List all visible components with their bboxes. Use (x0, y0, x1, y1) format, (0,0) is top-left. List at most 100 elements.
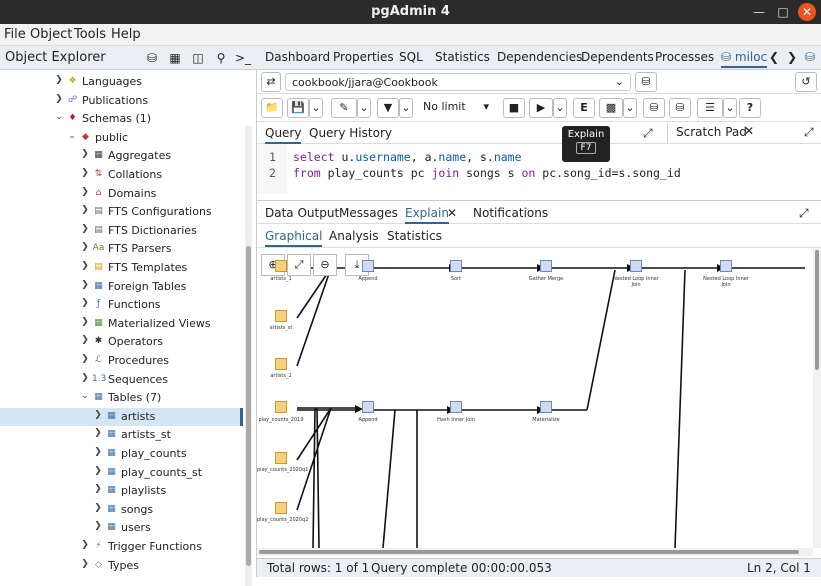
chevron-right-icon[interactable]: ❯ (93, 466, 103, 476)
maximize-button[interactable]: □ (774, 3, 792, 21)
tab-scroll-right[interactable]: ❯ (787, 50, 797, 64)
plan-node-icon[interactable] (450, 260, 462, 272)
plan-node-icon[interactable] (720, 260, 732, 272)
chevron-right-icon[interactable]: ❯ (54, 75, 64, 85)
rollback-icon[interactable]: ⛁ (669, 98, 691, 118)
tree-item[interactable]: ❯ ▤ FTS Configurations (0, 203, 243, 222)
tab-messages[interactable]: Messages (339, 206, 398, 220)
tree-item[interactable]: ❯ ▦ artists_st (0, 426, 243, 445)
tree-item[interactable]: ❯ ⇅ Collations (0, 166, 243, 185)
tab-statistics[interactable]: Statistics (435, 50, 490, 64)
plan-node-icon[interactable] (275, 260, 287, 272)
plan-node-icon[interactable] (630, 260, 642, 272)
plan-node-icon[interactable] (275, 401, 287, 413)
plan-node-icon[interactable] (362, 401, 374, 413)
chevron-right-icon[interactable]: ❯ (80, 335, 90, 345)
close-scratch-pad-icon[interactable]: ✕ (744, 124, 754, 138)
tree-scrollbar[interactable] (245, 126, 252, 586)
menu-help[interactable]: Help (111, 27, 141, 42)
chevron-right-icon[interactable]: ❯ (80, 205, 90, 215)
tree-item[interactable]: ❯ ▦ songs (0, 501, 243, 520)
chevron-right-icon[interactable]: ❯ (93, 503, 103, 513)
tree-item[interactable]: ❯ ☍ Publications (0, 92, 243, 111)
tab-processes[interactable]: Processes (655, 50, 714, 64)
chevron-right-icon[interactable]: ❯ (93, 410, 103, 420)
minimize-button[interactable]: — (750, 3, 768, 21)
plan-node-icon[interactable] (275, 502, 287, 514)
zoom-out-icon[interactable]: ⊖ (313, 254, 337, 276)
tab-dependents[interactable]: Dependents (581, 50, 654, 64)
tab-scratch-pad[interactable]: Scratch Pad (676, 125, 747, 139)
chevron-right-icon[interactable]: ❯ (80, 242, 90, 252)
save-icon[interactable]: 💾 (287, 98, 309, 118)
execute-icon[interactable]: ▶ (529, 98, 553, 118)
search-icon[interactable]: ⚲ (211, 48, 231, 68)
chevron-right-icon[interactable]: ❯ (80, 317, 90, 327)
chevron-right-icon[interactable]: ❯ (80, 559, 90, 569)
tree-item[interactable]: ❯ ▦ play_counts_st (0, 464, 243, 483)
tab-dashboard[interactable]: Dashboard (265, 50, 330, 64)
overflow-tab-icon[interactable]: ⛁ (805, 50, 815, 64)
tab-notifications[interactable]: Notifications (473, 206, 548, 220)
plan-node-icon[interactable] (275, 452, 287, 464)
chevron-right-icon[interactable]: ❯ (80, 540, 90, 550)
tree-item[interactable]: ❯ ƒ Functions (0, 296, 243, 315)
tab-query[interactable]: Query (265, 126, 302, 144)
commit-icon[interactable]: ⛁ (643, 98, 665, 118)
tab-dependencies[interactable]: Dependencies (497, 50, 582, 64)
grid-icon[interactable]: ▦ (165, 48, 185, 68)
row-limit-select[interactable]: No limit ▾ (417, 98, 497, 118)
tab-explain[interactable]: Explain (405, 206, 449, 224)
filter-dropdown-icon[interactable]: ⌄ (399, 98, 413, 118)
tab-sql[interactable]: SQL (399, 50, 423, 64)
canvas-horizontal-scrollbar[interactable] (257, 548, 813, 556)
close-button[interactable]: ✕ (798, 3, 816, 21)
chevron-down-icon[interactable]: ⌄ (54, 112, 64, 122)
tree-item[interactable]: ❯ ◇ Types (0, 557, 243, 576)
filter-table-icon[interactable]: ◫ (188, 48, 208, 68)
chevron-down-icon[interactable]: ⌄ (80, 391, 90, 401)
tab-query-tool[interactable]: ⛁ miloc (721, 50, 768, 68)
explain-analyze-icon[interactable]: ▩ (599, 98, 623, 118)
chevron-right-icon[interactable]: ❯ (80, 149, 90, 159)
menu-file[interactable]: File (4, 27, 26, 42)
database-icon[interactable]: ⛁ (142, 48, 162, 68)
tree-item[interactable]: ⌄ ◆ public (0, 129, 243, 148)
filter-icon[interactable]: ▼ (377, 98, 399, 118)
tree-item[interactable]: ❯ ▤ FTS Dictionaries (0, 222, 243, 241)
expand-scratch-pad-icon[interactable]: ⤢ (804, 125, 814, 140)
tree-item[interactable]: ⌄ ▦ Tables (7) (0, 389, 243, 408)
chevron-right-icon[interactable]: ❯ (80, 168, 90, 178)
tree-item[interactable]: ❯ 1.3 Sequences (0, 371, 243, 390)
plan-node-icon[interactable] (540, 401, 552, 413)
plan-node-icon[interactable] (362, 260, 374, 272)
tab-query-history[interactable]: Query History (309, 126, 392, 140)
help-icon[interactable]: ? (739, 98, 761, 118)
connection-status-icon[interactable]: ⇄ (261, 72, 281, 92)
tab-scroll-left[interactable]: ❮ (769, 50, 779, 64)
tree-item[interactable]: ❯ ▤ FTS Templates (0, 259, 243, 278)
tree-item[interactable]: ❯ ❖ Languages (0, 73, 243, 92)
chevron-right-icon[interactable]: ❯ (80, 187, 90, 197)
chevron-down-icon[interactable]: ⌄ (67, 131, 77, 141)
menu-tools[interactable]: Tools (74, 27, 106, 42)
tab-properties[interactable]: Properties (333, 50, 394, 64)
connection-select[interactable]: cookbook/jjara@Cookbook ⌄ (285, 73, 631, 91)
close-explain-icon[interactable]: ✕ (447, 206, 457, 220)
tree-item[interactable]: ❯ ▦ artists (0, 407, 243, 427)
plan-node-icon[interactable] (540, 260, 552, 272)
plan-node-icon[interactable] (275, 358, 287, 370)
edit-dropdown-icon[interactable]: ⌄ (357, 98, 371, 118)
macros-icon[interactable]: ☰ (697, 98, 723, 118)
chevron-right-icon[interactable]: ❯ (93, 484, 103, 494)
chevron-right-icon[interactable]: ❯ (93, 428, 103, 438)
plan-node-icon[interactable] (275, 310, 287, 322)
zoom-fit-icon[interactable]: ⤢ (287, 254, 311, 276)
tree-item[interactable]: ❯ ▦ users (0, 519, 243, 538)
plan-node-icon[interactable] (450, 401, 462, 413)
tree-item[interactable]: ❯ ▦ Foreign Tables (0, 278, 243, 297)
chevron-right-icon[interactable]: ❯ (80, 224, 90, 234)
chevron-right-icon[interactable]: ❯ (93, 521, 103, 531)
chevron-right-icon[interactable]: ❯ (80, 261, 90, 271)
save-dropdown-icon[interactable]: ⌄ (309, 98, 323, 118)
